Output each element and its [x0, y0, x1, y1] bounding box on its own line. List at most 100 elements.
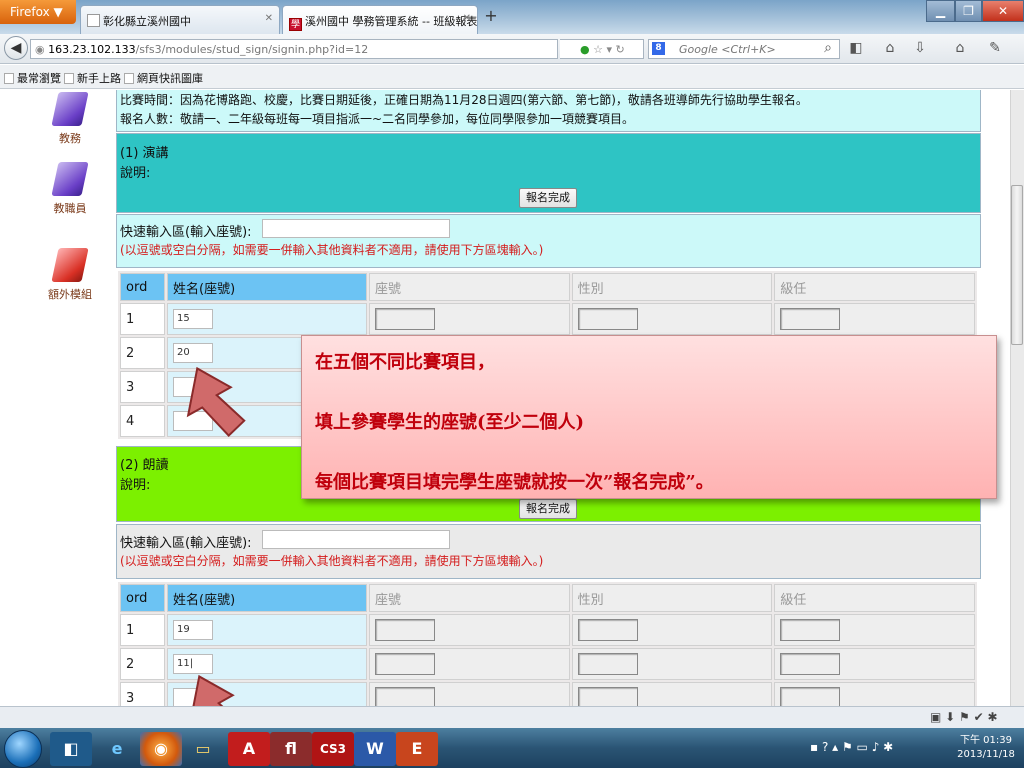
maximize-window-button[interactable]: ❐ — [955, 0, 982, 22]
go-icon[interactable]: ● — [580, 43, 590, 56]
seat-display — [375, 308, 435, 330]
bookmark-web-slice[interactable]: 網頁快訊圖庫 — [124, 70, 203, 86]
row-ord: 3 — [120, 371, 165, 403]
addon-icons[interactable]: ▣ ⬇ ⚑ ✔ ✱ — [930, 710, 998, 724]
gender-display — [577, 687, 638, 706]
seat-input[interactable]: 15 — [173, 309, 213, 329]
new-tab-button[interactable]: + — [480, 6, 502, 30]
homeroom-display — [780, 687, 841, 706]
bookmark-getting-started[interactable]: 新手上路 — [64, 70, 121, 86]
word-icon[interactable]: W — [354, 732, 396, 766]
back-button[interactable]: ◀ — [4, 36, 28, 60]
home-icon[interactable]: ⌂ — [880, 40, 900, 58]
calendar-icon[interactable]: E — [396, 732, 438, 766]
url-bar[interactable]: ◉ 163.23.102.133/sfs3/modules/stud_sign/… — [30, 39, 558, 59]
google-icon[interactable]: 8 — [652, 42, 665, 55]
section-2-quick-input[interactable] — [262, 530, 450, 549]
homeroom-cell — [774, 614, 975, 646]
section-2-title: (2) 朗讀 — [120, 458, 169, 473]
gender-cell — [571, 303, 773, 335]
intro-line-2: 報名人數：敬請一、二年級每班每一項目指派一~二名同學參加，每位同學限參加一項競賽… — [120, 112, 635, 126]
bookmark-label: 網頁快訊圖庫 — [137, 72, 203, 85]
tab-student-affairs[interactable]: 學溪州國中 學務管理系統 -- 班級報表單 ✕ — [282, 5, 478, 34]
acrobat-icon[interactable]: A — [228, 732, 270, 766]
section-2-desc-label: 說明: — [120, 478, 151, 493]
homeroom-cell — [774, 303, 975, 335]
name-cell: 19 — [167, 614, 367, 646]
table-header-row: ord 姓名(座號) 座號 性別 級任 — [120, 273, 975, 301]
clock-time: 下午 01:39 — [960, 735, 1012, 746]
callout-line-1: 在五個不同比賽項目， — [315, 352, 495, 373]
firefox-menu-button[interactable]: Firefox ▼ — [0, 0, 76, 24]
col-homeroom: 級任 — [774, 273, 975, 301]
gender-cell — [571, 648, 773, 680]
page-icon — [87, 14, 100, 27]
folder-icon[interactable]: ▭ — [182, 732, 224, 766]
close-tab-icon[interactable]: ✕ — [463, 13, 471, 24]
sidebar-item-academic[interactable]: 教務 — [40, 92, 100, 146]
section-1-finish-button[interactable]: 報名完成 — [519, 188, 577, 208]
globe-icon: ◉ — [35, 43, 49, 56]
school-favicon-icon: 學 — [289, 18, 302, 31]
section-1-quick-label: 快速輸入區(輸入座號): — [120, 225, 252, 240]
firefox-icon[interactable]: ◉ — [140, 732, 182, 766]
sidebar-item-extra-modules[interactable]: 額外模組 — [40, 248, 100, 302]
ie-icon[interactable]: e — [96, 732, 138, 766]
col-seat: 座號 — [369, 273, 570, 301]
close-tab-icon[interactable]: ✕ — [265, 13, 273, 24]
table-row: 1 19 — [120, 614, 975, 646]
star-icon[interactable]: ☆ — [593, 43, 603, 56]
homeroom-cell — [774, 682, 975, 706]
sidebar-item-staff[interactable]: 教職員 — [40, 162, 100, 216]
bookmark-label: 最常瀏覽 — [17, 72, 61, 85]
windows-start-icon[interactable] — [4, 730, 42, 768]
bookmarks-menu-icon[interactable]: ◧ — [846, 40, 866, 58]
col-gender: 性別 — [571, 273, 773, 301]
section-1-quick-input[interactable] — [262, 219, 450, 238]
gender-display — [577, 653, 638, 675]
close-window-button[interactable]: ✕ — [982, 0, 1024, 22]
system-clock[interactable]: 下午 01:39 2013/11/18 — [948, 734, 1024, 762]
pointer-arrow-icon — [186, 366, 246, 438]
reload-icon[interactable]: ↻ — [616, 43, 625, 56]
col-gender: 性別 — [571, 584, 773, 612]
section-1-title: (1) 演講 — [120, 146, 169, 161]
photoshop-cs3-icon[interactable]: CS3 — [312, 732, 354, 766]
scrollbar-thumb[interactable] — [1011, 185, 1023, 345]
url-path: /sfs3/modules/stud_sign/signin.php?id=12 — [135, 43, 369, 56]
module-sidebar: 教務 教職員 額外模組 — [30, 90, 110, 706]
purple-book-icon — [51, 92, 89, 126]
url-host: 163.23.102.133 — [48, 43, 136, 56]
callout-line-2: 填上參賽學生的座號(至少二個人) — [315, 412, 585, 433]
search-icon[interactable]: ⌕ — [818, 40, 838, 58]
addon-icon[interactable]: ✎ — [985, 40, 1005, 58]
tab-changhua-school[interactable]: 彰化縣立溪州國中 ✕ — [80, 5, 280, 34]
seat-display — [375, 687, 435, 706]
homeroom-cell — [774, 648, 975, 680]
system-tray-icons[interactable]: ▪ ? ▴ ⚑ ▭ ♪ ✱ — [810, 740, 893, 754]
row-ord: 4 — [120, 405, 165, 437]
dropdown-icon[interactable]: ▾ — [606, 43, 612, 56]
flash-icon[interactable]: fl — [270, 732, 312, 766]
show-desktop-icon[interactable]: ◧ — [50, 732, 92, 766]
section-1-quick-note: (以逗號或空白分隔，如需要一併輸入其他資料者不適用，請使用下方區塊輸入。) — [120, 243, 544, 257]
homeroom-display — [780, 653, 841, 675]
sidebar-label: 額外模組 — [48, 288, 92, 301]
gender-cell — [571, 682, 773, 706]
search-input[interactable]: Google <Ctrl+K> — [648, 39, 840, 59]
row-ord: 3 — [120, 682, 165, 706]
downloads-icon[interactable]: ⇩ — [910, 40, 930, 58]
section-2-finish-button[interactable]: 報名完成 — [519, 499, 577, 519]
bookmark-icon — [64, 73, 74, 84]
col-ord: ord — [120, 273, 165, 301]
instruction-callout: 在五個不同比賽項目， 填上參賽學生的座號(至少二個人) 每個比賽項目填完學生座號… — [301, 335, 997, 499]
row-ord: 1 — [120, 303, 165, 335]
bookmark-most-visited[interactable]: 最常瀏覽 — [4, 70, 61, 86]
sync-icon[interactable]: ⌂ — [950, 40, 970, 58]
row-ord: 1 — [120, 614, 165, 646]
section-2-quick-label: 快速輸入區(輸入座號): — [120, 536, 252, 551]
vertical-scrollbar[interactable] — [1010, 90, 1024, 706]
minimize-window-button[interactable]: ▁ — [926, 0, 955, 22]
homeroom-display — [780, 619, 841, 641]
seat-input[interactable]: 19 — [173, 620, 213, 640]
